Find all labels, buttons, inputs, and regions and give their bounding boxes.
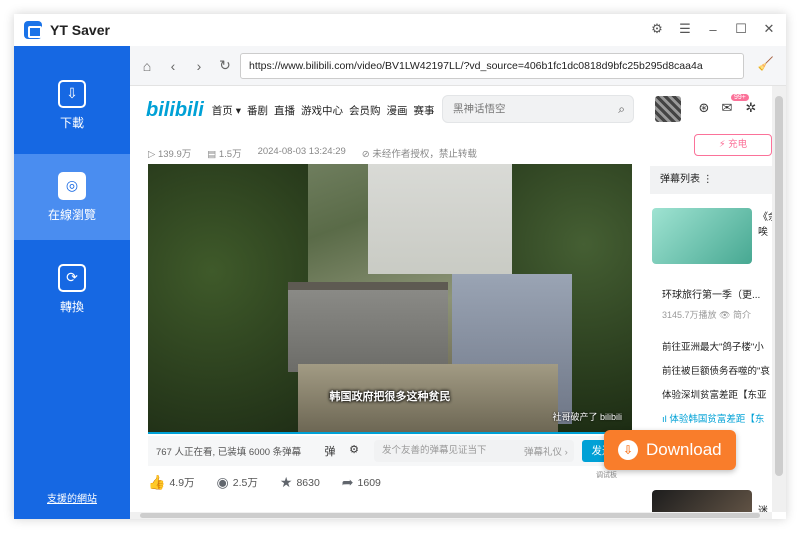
danmaku-settings-icon[interactable]: ⚙ bbox=[346, 443, 362, 459]
list-item[interactable]: 前往亚洲最大"鸽子楼"小 bbox=[662, 336, 770, 360]
danmaku-etiquette-link[interactable]: 弹幕礼仪 › bbox=[524, 444, 568, 458]
vertical-scrollbar[interactable] bbox=[772, 86, 786, 512]
copyright-notice: ⊘ 未经作者授权，禁止转载 bbox=[361, 149, 477, 160]
nav-item[interactable]: 番剧 bbox=[247, 103, 268, 118]
window-controls: ⚙ ☰ – ☐ ✕ bbox=[648, 20, 778, 38]
nav-item[interactable]: 直播 bbox=[274, 103, 295, 118]
settings-icon[interactable]: ⚙ bbox=[648, 20, 666, 38]
sidebar-item-download[interactable]: ⇩ 下載 bbox=[14, 62, 130, 148]
clean-icon[interactable]: 🧹 bbox=[756, 56, 776, 76]
recommend-thumbnail-2[interactable] bbox=[652, 490, 752, 512]
bili-header: bilibili 首页 ▾ 番剧 直播 游戏中心 会员购 漫画 赛事 黑神话悟空… bbox=[130, 86, 772, 134]
nav-item[interactable]: 首页 ▾ bbox=[212, 103, 241, 118]
sidebar-item-label: 轉換 bbox=[59, 299, 84, 314]
recommend-side-text: 《余 唉 bbox=[758, 212, 772, 238]
playlist-meta: 3145.7万播放 👁 简介 bbox=[662, 310, 751, 320]
nav-item[interactable]: 漫画 bbox=[386, 103, 407, 118]
avatar[interactable] bbox=[655, 96, 681, 122]
thumbs-up-icon: 👍 bbox=[148, 474, 166, 490]
list-item-active[interactable]: ıl 体验韩国贫富差距【东 bbox=[662, 408, 770, 432]
close-icon[interactable]: ✕ bbox=[760, 20, 778, 38]
bili-nav: 首页 ▾ 番剧 直播 游戏中心 会员购 漫画 赛事 bbox=[212, 103, 435, 118]
dynamic-icon[interactable]: ✲ bbox=[742, 100, 760, 118]
search-input[interactable]: 黑神话悟空 ⌕ bbox=[442, 95, 634, 123]
menu-icon[interactable]: ☰ bbox=[676, 20, 694, 38]
share-button[interactable]: ➦ 1609 bbox=[342, 474, 381, 491]
nav-item[interactable]: 赛事 bbox=[413, 103, 434, 118]
download-arrow-icon: ⇩ bbox=[618, 440, 638, 460]
video-player[interactable]: 韩国政府把很多这种贫民 社哥破产了 bilibili bbox=[148, 164, 632, 432]
coin-button[interactable]: ◉ 2.5万 bbox=[217, 474, 258, 491]
danmaku-placeholder: 发个友善的弹幕见证当下 bbox=[382, 445, 487, 456]
home-icon[interactable]: ⌂ bbox=[136, 55, 158, 77]
nav-item[interactable]: 会员购 bbox=[349, 103, 381, 118]
danmaku-bar: 767 人正在看, 已装填 6000 条弹幕 弹 ⚙ 发个友善的弹幕见证当下 弹… bbox=[148, 436, 632, 466]
back-icon[interactable]: ‹ bbox=[162, 55, 184, 77]
episode-list: 前往亚洲最大"鸽子楼"小 前往被巨额债务吞噬的"哀 体验深圳贫富差距【东亚 ıl… bbox=[662, 336, 770, 432]
publish-date: 2024-08-03 13:24:29 bbox=[257, 146, 346, 157]
forward-icon[interactable]: › bbox=[188, 55, 210, 77]
app-title: YT Saver bbox=[50, 22, 110, 38]
horizontal-scrollbar[interactable] bbox=[130, 512, 772, 519]
convert-icon: ⟳ bbox=[58, 263, 86, 292]
danmaku-toggle-icon[interactable]: 弹 bbox=[322, 443, 338, 459]
view-count: ▷ 139.9万 bbox=[148, 149, 192, 160]
recommend-side-text-2: 迷 bbox=[758, 506, 768, 512]
coin-icon: ◉ bbox=[216, 474, 229, 490]
recommend-thumbnail[interactable] bbox=[652, 208, 752, 264]
nav-item[interactable]: 游戏中心 bbox=[301, 103, 343, 118]
maximize-icon[interactable]: ☐ bbox=[732, 20, 750, 38]
video-watermark: 社哥破产了 bilibili bbox=[552, 412, 622, 422]
like-button[interactable]: 👍 4.9万 bbox=[148, 474, 195, 491]
star-icon: ★ bbox=[279, 474, 293, 490]
danmaku-count: ▤ 1.5万 bbox=[207, 149, 242, 160]
download-icon: ⇩ bbox=[58, 79, 86, 108]
video-subtitle: 韩国政府把很多这种贫民 bbox=[329, 391, 451, 403]
download-button[interactable]: ⇩ Download bbox=[604, 430, 736, 470]
browser-icon: ◎ bbox=[58, 171, 86, 200]
danmaku-list-header[interactable]: 弹幕列表 ⋮ bbox=[650, 166, 772, 194]
supported-sites-link[interactable]: 支援的網站 bbox=[14, 490, 130, 505]
sidebar-item-label: 在線瀏覽 bbox=[47, 207, 96, 222]
scrollbar-thumb[interactable] bbox=[775, 96, 783, 476]
video-stats: ▷ 139.9万 ▤ 1.5万 2024-08-03 13:24:29 ⊘ 未经… bbox=[148, 146, 477, 160]
favorite-button[interactable]: ★ 8630 bbox=[280, 474, 320, 491]
download-label: Download bbox=[646, 440, 722, 459]
scrollbar-thumb[interactable] bbox=[140, 513, 760, 518]
minimize-icon[interactable]: – bbox=[704, 20, 722, 38]
sidebar: ⇩ 下載 ◎ 在線瀏覽 ⟳ 轉換 支援的網站 bbox=[14, 46, 130, 519]
list-item[interactable]: 前往被巨额债务吞噬的"哀 bbox=[662, 360, 770, 384]
bilibili-logo[interactable]: bilibili bbox=[146, 99, 204, 122]
url-input[interactable]: https://www.bilibili.com/video/BV1LW4219… bbox=[240, 53, 744, 79]
playlist-title[interactable]: 环球旅行第一季（更... bbox=[662, 286, 760, 301]
app-logo-icon bbox=[24, 21, 42, 39]
search-icon[interactable]: ⌕ bbox=[618, 96, 625, 122]
video-frame-building bbox=[288, 282, 448, 372]
browser-navbar: ⌂ ‹ › ↻ https://www.bilibili.com/video/B… bbox=[130, 46, 786, 86]
sidebar-item-online-browse[interactable]: ◎ 在線瀏覽 bbox=[14, 154, 130, 240]
watching-count: 767 人正在看, 已装填 6000 条弹幕 bbox=[156, 447, 302, 458]
message-icon[interactable]: ✉ bbox=[718, 100, 736, 118]
refresh-icon[interactable]: ↻ bbox=[214, 55, 236, 77]
video-frame-sky bbox=[368, 164, 518, 274]
sidebar-item-convert[interactable]: ⟳ 轉換 bbox=[14, 246, 130, 332]
debug-tag: 调试板 bbox=[596, 472, 617, 479]
search-placeholder: 黑神话悟空 bbox=[453, 103, 506, 115]
charge-button[interactable]: ⚡ 充电 bbox=[694, 134, 772, 156]
titlebar: YT Saver ⚙ ☰ – ☐ ✕ bbox=[14, 14, 786, 46]
list-item[interactable]: 体验深圳贫富差距【东亚 bbox=[662, 384, 770, 408]
share-icon: ➦ bbox=[341, 474, 354, 490]
video-actions: 👍 4.9万 ◉ 2.5万 ★ 8630 ➦ 1609 bbox=[148, 474, 395, 491]
upload-icon[interactable]: ⊛ bbox=[695, 100, 713, 118]
video-progress-bar[interactable] bbox=[148, 432, 632, 434]
sidebar-item-label: 下載 bbox=[59, 115, 84, 130]
